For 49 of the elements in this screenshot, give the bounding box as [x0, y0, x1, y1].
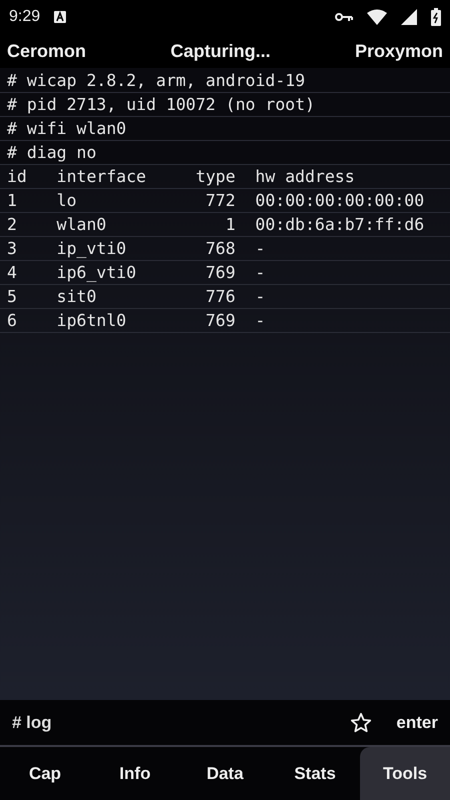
column-header: type [194, 167, 236, 186]
header-right-title[interactable]: Proxymon [354, 40, 443, 62]
log-line: # wicap 2.8.2, arm, android-19 [7, 71, 306, 90]
log-line: # diag no [7, 143, 96, 162]
table-cell-text: ip_vti0 [56, 239, 128, 258]
command-field[interactable]: # log [12, 712, 326, 732]
wifi-icon [367, 9, 387, 25]
table-cell-text: 00:00:00:00:00:00 [255, 191, 426, 210]
log-line: # wifi wlan0 [7, 119, 126, 138]
table-cell-text: - [255, 311, 266, 330]
table-cell-text: 1 [7, 191, 18, 210]
table-cell-text: - [255, 287, 266, 306]
table-cell-text: - [255, 263, 266, 282]
notification-icon [54, 11, 66, 23]
table-cell-text: - [255, 239, 266, 258]
table-cell-text: wlan0 [56, 215, 108, 234]
table-cell-text: 769 [204, 263, 236, 282]
tab[interactable]: Tools [360, 747, 450, 800]
table-cell-text: ip6_vti0 [56, 263, 138, 282]
header-left-title[interactable]: Ceromon [7, 40, 86, 62]
clock: 9:29 [9, 8, 40, 26]
table-cell-text: 776 [204, 287, 236, 306]
table-cell-text: 6 [7, 311, 18, 330]
table-cell-text: 1 [224, 215, 236, 234]
table-cell-text: sit0 [56, 287, 98, 306]
column-header: interface [56, 167, 148, 186]
table-cell-text: 5 [7, 287, 18, 306]
column-header: id [7, 167, 28, 186]
table-cell-text: lo [56, 191, 78, 210]
log-line: # pid 2713, uid 10072 (no root) [7, 95, 315, 114]
tab[interactable]: Stats [270, 747, 360, 800]
star-icon[interactable] [350, 712, 372, 734]
header-status: Capturing... [170, 40, 270, 62]
table-cell-text: 768 [204, 239, 236, 258]
table-cell-text: 772 [204, 191, 236, 210]
table-cell-text: 769 [204, 311, 236, 330]
battery-icon [431, 8, 441, 26]
table-cell-text: ip6tnl0 [56, 311, 128, 330]
table-cell-text: 00:db:6a:b7:ff:d6 [255, 215, 426, 234]
table-cell-text: 4 [7, 263, 18, 282]
table-cell-text: 2 [7, 215, 18, 234]
key-icon [335, 12, 353, 22]
enter-button[interactable]: enter [396, 712, 438, 732]
tab[interactable]: Info [90, 747, 180, 800]
signal-icon [401, 9, 417, 25]
column-header: hw address [255, 167, 356, 186]
tab[interactable]: Cap [0, 747, 90, 800]
tab[interactable]: Data [180, 747, 270, 800]
table-cell-text: 3 [7, 239, 18, 258]
